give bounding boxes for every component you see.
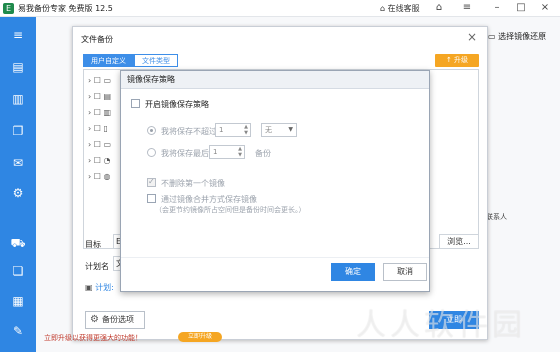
title-bar: E 易我备份专家 免费版 12.5 ⌂ 在线客服 ⌂ ≡ – □ × — [0, 0, 560, 17]
merge-note: （会更节约镜像所占空间但是备份时间会更长。） — [155, 206, 306, 214]
maximize-button[interactable]: □ — [514, 1, 528, 15]
keep-last-label: 我将保存最后 — [161, 149, 209, 158]
restore-image-label: 选择镜像还原 — [498, 32, 547, 41]
tree-row[interactable]: › ☐ ▥ — [88, 108, 111, 120]
close-button[interactable]: × — [538, 1, 552, 15]
dialog-title: 镜像保存策略 — [121, 71, 429, 89]
disk-backup-icon[interactable]: ▤ — [10, 59, 26, 75]
no-delete-first-checkbox[interactable] — [147, 177, 156, 187]
backup-options-label: 备份选项 — [102, 315, 134, 324]
keep-unit-value: 无 — [265, 126, 272, 134]
upgrade-label: 升级 — [454, 56, 469, 64]
hamburger-icon[interactable]: ≡ — [10, 27, 26, 43]
app-title: 易我备份专家 免费版 12.5 — [18, 4, 113, 13]
spinner-arrows-icon[interactable]: ▲ ▼ — [238, 146, 242, 158]
mail-backup-icon[interactable]: ✉ — [10, 155, 26, 171]
cart-icon[interactable]: ⛟ — [10, 235, 26, 251]
tree-row[interactable]: › ☐ ▭ — [88, 76, 111, 88]
calendar-icon: ▣ — [85, 283, 93, 292]
tree-row[interactable]: › ☐ ▭ — [88, 140, 111, 152]
tab-custom[interactable]: 用户自定义 — [83, 54, 134, 67]
schedule-label: 计划: — [95, 283, 114, 292]
tree-row[interactable]: › ☐ ▯ — [88, 124, 108, 136]
backup-window-close-button[interactable]: × — [467, 30, 477, 44]
target-label: 目标 — [85, 240, 101, 249]
tab-file-type[interactable]: 文件类型 — [134, 54, 178, 67]
browse-button[interactable]: 浏览... — [439, 234, 479, 249]
app-logo-icon: E — [3, 3, 14, 14]
keep-not-exceed-value: 1 — [219, 126, 224, 134]
contact-text: 联系人 — [486, 213, 507, 221]
backup-window-title: 文件备份 — [81, 35, 113, 44]
spinner-arrows-icon[interactable]: ▲ ▼ — [244, 124, 248, 136]
minimize-button[interactable]: – — [490, 1, 504, 15]
file-backup-icon[interactable]: ❐ — [10, 123, 26, 139]
smart-backup-icon[interactable]: ⚙ — [10, 185, 26, 201]
tree-row[interactable]: › ☐ ▤ — [88, 92, 111, 104]
online-service-link[interactable]: ⌂ 在线客服 — [380, 3, 420, 14]
keep-not-exceed-label: 我将保存不超过 — [161, 127, 217, 136]
dialog-divider — [121, 257, 429, 258]
tree-row[interactable]: › ☐ ◍ — [88, 172, 110, 184]
merge-checkbox[interactable] — [147, 194, 156, 203]
enable-policy-label: 开启镜像保存策略 — [145, 100, 209, 109]
ok-button[interactable]: 确定 — [331, 263, 375, 281]
enable-policy-checkbox[interactable] — [131, 99, 140, 108]
restore-image-link[interactable]: ▭ 选择镜像还原 — [488, 31, 546, 42]
keep-last-unit: 备份 — [255, 149, 271, 158]
no-delete-first-label: 不删除第一个镜像 — [161, 179, 225, 188]
backup-options-button[interactable]: ⚙ 备份选项 — [85, 311, 145, 329]
cancel-button[interactable]: 取消 — [383, 263, 427, 281]
schedule-link[interactable]: ▣ 计划: — [85, 282, 114, 293]
gift-icon[interactable]: ⌂ — [432, 1, 446, 15]
upgrade-button[interactable]: ↑ 升级 — [435, 54, 479, 67]
sidebar: ≡ ▤ ▥ ❐ ✉ ⚙ ⛟ ❏ ▦ ✎ — [0, 17, 36, 352]
plan-name-label: 计划名 — [85, 262, 109, 271]
tools-grid-icon[interactable]: ▦ — [10, 293, 26, 309]
tree-row[interactable]: › ☐ ◔ — [88, 156, 110, 168]
image-policy-dialog: 镜像保存策略 开启镜像保存策略 我将保存不超过 1 ▲ ▼ 无 ▼ 我将保存最后 1 ▲… — [120, 70, 430, 292]
keep-last-spinner[interactable]: 1 ▲ ▼ — [209, 145, 245, 159]
keep-last-radio[interactable] — [147, 148, 156, 157]
gear-icon: ⚙ — [90, 314, 99, 325]
system-backup-icon[interactable]: ▥ — [10, 91, 26, 107]
promo-upgrade-badge[interactable]: 立即升级 — [178, 332, 222, 342]
promo-text[interactable]: 立即升级以获得更强大的功能！ — [44, 333, 142, 343]
keep-last-value: 1 — [213, 148, 218, 156]
merge-label: 通过镜像合并方式保存镜像 — [161, 195, 257, 204]
online-service-label: 在线客服 — [387, 4, 420, 13]
tab-bar: 用户自定义 文件类型 — [83, 54, 178, 67]
watermark: 人人软件园 — [356, 308, 526, 343]
wrench-icon[interactable]: ✎ — [10, 323, 26, 339]
keep-unit-select[interactable]: 无 ▼ — [261, 123, 297, 137]
chevron-down-icon: ▼ — [288, 126, 293, 133]
keep-not-exceed-spinner[interactable]: 1 ▲ ▼ — [215, 123, 251, 137]
menu-icon[interactable]: ≡ — [460, 1, 474, 15]
keep-not-exceed-radio[interactable] — [147, 126, 156, 135]
clone-icon[interactable]: ❏ — [10, 263, 26, 279]
